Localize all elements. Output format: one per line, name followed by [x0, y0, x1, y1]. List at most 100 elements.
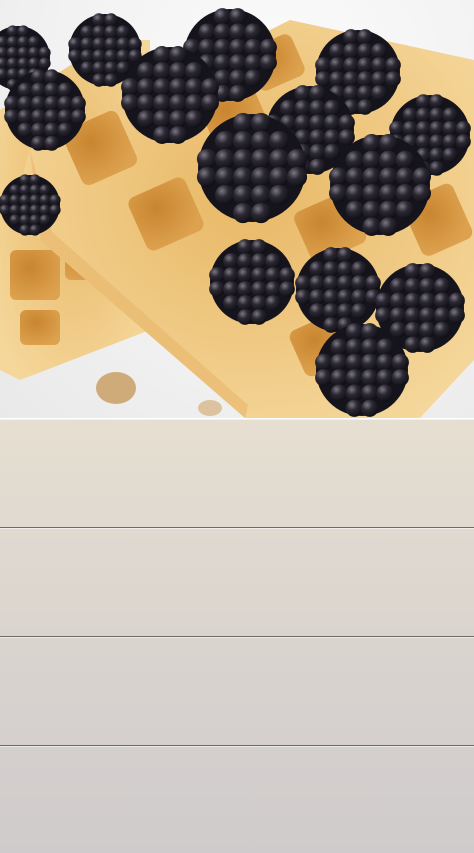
blackberry-drupelet — [415, 94, 431, 110]
blackberry — [0, 175, 60, 235]
blackberry-drupelet — [214, 148, 236, 170]
blackberry-drupelet — [351, 261, 367, 277]
blackberry-drupelet — [375, 292, 392, 309]
blackberry-drupelet — [433, 307, 451, 324]
blackberry-drupelet — [330, 353, 348, 371]
blackberry-drupelet — [295, 275, 311, 291]
blackberry-drupelet — [70, 109, 86, 125]
blackberry-drupelet — [153, 78, 171, 96]
blackberry-drupelet — [30, 82, 46, 98]
blackberry-drupelet — [265, 295, 281, 311]
menu-row-2[interactable] — [0, 527, 474, 636]
blackberry-drupelet — [213, 23, 231, 41]
blackberry-drupelet — [357, 43, 373, 59]
blackberry-drupelet — [213, 8, 231, 26]
blackberry-drupelet — [185, 62, 203, 80]
blackberry-drupelet — [49, 194, 61, 206]
blackberry-drupelet — [419, 307, 436, 324]
blackberry-drupelet — [415, 134, 431, 150]
blackberry-drupelet — [251, 295, 267, 311]
blackberry-drupelet — [29, 224, 41, 236]
menu-row-4[interactable] — [0, 745, 474, 853]
blackberry-drupelet — [330, 369, 348, 387]
blackberry-drupelet — [213, 54, 231, 72]
blackberry-drupelet — [92, 13, 106, 27]
blackberry-drupelet — [250, 148, 272, 170]
blackberry-drupelet — [265, 253, 281, 269]
blackberry-drupelet — [251, 281, 267, 297]
blackberry-drupelet — [395, 184, 415, 203]
blackberry-drupelet — [49, 204, 61, 216]
blackberry-drupelet — [337, 303, 353, 319]
blackberry-drupelet — [229, 23, 247, 41]
blackberry-drupelet — [57, 82, 73, 98]
blackberry-drupelet — [309, 143, 326, 161]
blackberry-drupelet — [137, 110, 155, 128]
menu-row-1[interactable] — [0, 418, 474, 527]
blackberry-drupelet — [17, 95, 33, 111]
blackberry-drupelet — [268, 166, 290, 188]
blackberry-drupelet — [448, 292, 465, 309]
blackberry-drupelet — [29, 174, 41, 186]
blackberry-drupelet — [309, 114, 326, 131]
blackberry-drupelet — [104, 37, 118, 51]
blackberry-drupelet — [402, 120, 418, 136]
blackberry-drupelet — [92, 61, 106, 75]
blackberry-drupelet — [295, 289, 311, 305]
blackberry-drupelet — [429, 120, 445, 136]
blackberry-drupelet — [362, 217, 381, 237]
blackberry-drupelet — [17, 82, 33, 98]
blackberry-drupelet — [92, 25, 106, 39]
blackberry-drupelet — [229, 69, 247, 87]
blackberry-drupelet — [223, 253, 239, 269]
blackberry-drupelet — [323, 247, 339, 263]
blackberry-drupelet — [38, 57, 51, 70]
blackberry-drupelet — [362, 200, 381, 220]
blackberry-drupelet — [385, 71, 401, 87]
blackberry-drupelet — [371, 43, 387, 59]
blackberry-drupelet — [419, 321, 436, 339]
menu-row-3[interactable] — [0, 636, 474, 745]
blackberry-drupelet — [345, 184, 365, 203]
blackberry-drupelet — [389, 120, 405, 136]
blackberry-drupelet — [68, 49, 82, 63]
blackberry-drupelet — [237, 309, 253, 325]
blackberry-drupelet — [329, 43, 345, 59]
blackberry-drupelet — [6, 68, 19, 80]
blackberry-drupelet — [57, 95, 73, 111]
blackberry-drupelet — [323, 114, 341, 131]
blackberry-drupelet — [251, 239, 267, 255]
blackberry-drupelet — [169, 62, 187, 80]
blackberry-drupelet — [315, 71, 331, 87]
blackberry-drupelet — [104, 13, 118, 27]
blackberry-drupelet — [455, 134, 471, 150]
blackberry-drupelet — [412, 167, 431, 187]
blackberry-drupelet — [259, 54, 277, 72]
blackberry-drupelet — [244, 54, 262, 72]
blackberry-drupelet — [315, 353, 333, 371]
blackberry-drupelet — [38, 46, 51, 59]
blackberry-drupelet — [379, 134, 398, 153]
blackberry-drupelet — [237, 295, 253, 311]
blackberry-drupelet — [357, 71, 373, 87]
blackberry-drupelet — [19, 214, 31, 226]
blackberry-drupelet — [361, 384, 379, 402]
blackberry-drupelet — [104, 49, 118, 63]
blackberry-drupelet — [29, 204, 41, 216]
blackberry-drupelet — [379, 217, 398, 237]
blackberry-drupelet — [338, 129, 355, 146]
blackberry-drupelet — [357, 99, 373, 115]
blackberry — [316, 324, 408, 416]
blackberry-drupelet — [29, 214, 41, 226]
blackberry-drupelet — [116, 25, 130, 39]
syrup-drop — [198, 400, 222, 416]
blackberry-drupelet — [169, 110, 187, 128]
blackberry-drupelet — [429, 147, 445, 163]
blackberry-drupelet — [323, 275, 339, 291]
blackberry-drupelet — [412, 184, 431, 203]
blackberry-drupelet — [429, 94, 445, 110]
blackberry-drupelet — [121, 94, 139, 112]
blackberry-drupelet — [343, 57, 359, 73]
blackberry-drupelet — [229, 38, 247, 56]
blackberry-drupelet — [362, 167, 381, 187]
